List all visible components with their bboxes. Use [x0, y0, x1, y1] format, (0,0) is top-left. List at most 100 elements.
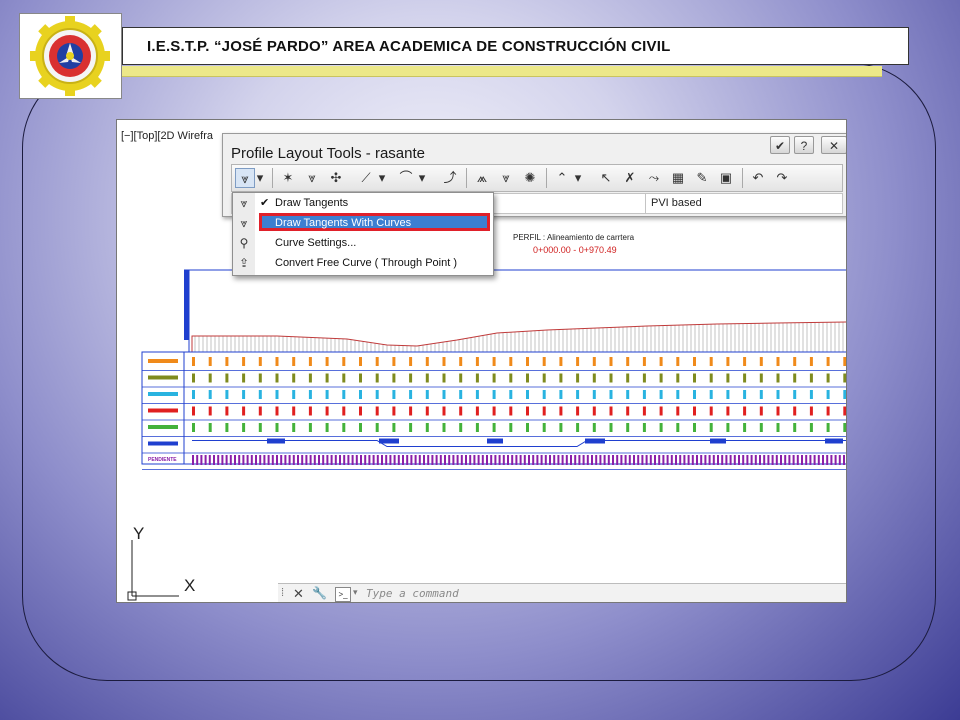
slope-band-mark [809, 455, 812, 465]
slope-band-mark [738, 455, 740, 465]
band-tick-mark [475, 357, 479, 366]
slope-band-mark [276, 455, 278, 465]
delete-entity-tool[interactable]: ✗ [620, 168, 640, 188]
slope-band-mark [788, 455, 791, 465]
band-tick-mark [843, 390, 846, 399]
slope-band-mark [679, 455, 682, 465]
move-pvi-tool[interactable]: ✣ [326, 168, 346, 188]
band-tick-mark [542, 423, 546, 432]
band-tick-mark [676, 357, 680, 366]
insert-pvi-tool[interactable]: ✶ [278, 168, 298, 188]
copy-profile-tool[interactable]: ⩔ [496, 168, 516, 188]
band-tick-mark [292, 357, 296, 366]
band-tick-mark [709, 423, 713, 432]
undo-button[interactable]: ↶ [748, 168, 768, 188]
band-tick-mark [292, 423, 296, 432]
draw-tangents-dropdown[interactable]: ▾ [254, 168, 266, 188]
window-info-button[interactable]: ✔ [770, 136, 790, 154]
slope-band-mark [712, 455, 715, 465]
edit-profile-tool[interactable]: ✺ [520, 168, 540, 188]
command-close-icon[interactable]: ✕ [293, 586, 304, 602]
band-tick-mark [258, 406, 262, 416]
band-tick-mark [776, 406, 780, 416]
slope-band-mark [309, 455, 312, 465]
band-tick-mark [826, 357, 830, 366]
raise-lower-tool[interactable]: ⩕ [472, 168, 492, 188]
band-tick-mark [743, 390, 747, 399]
grid-view-tool[interactable]: ▦ [668, 168, 688, 188]
band-tick-mark [759, 357, 763, 366]
slope-band-mark [263, 455, 266, 465]
menu-item-draw-tangents[interactable]: ⩔ ✔ Draw Tangents [233, 193, 493, 213]
chevron-down-icon[interactable]: ▾ [353, 587, 358, 598]
line-tool-icon: ⟋ [361, 170, 371, 185]
edit-profile-icon: ✺ [524, 170, 536, 185]
menu-item-draw-tangents-with-curves[interactable]: ⩔ Draw Tangents With Curves [233, 213, 493, 233]
slope-band-mark [616, 455, 619, 465]
menu-item-curve-settings[interactable]: ⚲ Curve Settings... [233, 233, 493, 253]
tangent-tools[interactable]: ⟋ [356, 168, 376, 188]
slope-band-mark [721, 455, 724, 465]
band-tick-mark [826, 406, 830, 416]
band-tick-mark [359, 423, 362, 432]
band-tick-mark [659, 357, 663, 366]
entity-tools[interactable]: ⌃ [552, 168, 572, 188]
slope-band-mark [200, 455, 203, 465]
select-pvi-tool[interactable]: ↖ [596, 168, 616, 188]
delete-pvi-tool[interactable]: ⩔ [302, 168, 322, 188]
slope-band-mark [654, 455, 656, 465]
ucs-x-label: X [184, 576, 196, 595]
band-tick-mark [208, 357, 212, 366]
slope-band-mark [385, 455, 388, 465]
command-input[interactable]: Type a command [366, 587, 459, 600]
wrench-icon[interactable]: 🔧 [312, 586, 327, 600]
viewport-controls[interactable]: [−][Top][2D Wirefra [121, 130, 213, 142]
band-tick-mark [609, 390, 613, 399]
band-tick-mark [793, 373, 797, 383]
free-curve-tool[interactable]: ⤴ [440, 168, 460, 188]
band-tick-mark [693, 390, 696, 399]
band-tick-mark [409, 373, 413, 383]
band-tick-mark [659, 423, 663, 432]
band-tick-mark [225, 423, 229, 432]
slope-band-mark [326, 455, 329, 465]
band-tick-mark [492, 373, 496, 383]
band-tick-mark [392, 390, 396, 399]
slope-band-mark [565, 455, 568, 465]
band-tick-mark [709, 373, 713, 383]
band-tick-mark [242, 390, 246, 399]
institute-logo [19, 13, 122, 99]
redo-button[interactable]: ↷ [772, 168, 792, 188]
slope-band-mark [515, 455, 518, 465]
tangent-tools-dropdown[interactable]: ▾ [376, 168, 388, 188]
curve-band-marker [710, 438, 726, 444]
window-close-button[interactable]: ✕ [821, 136, 846, 154]
prompt-icon[interactable]: >_ [335, 587, 351, 602]
entity-view-tool[interactable]: ▣ [716, 168, 736, 188]
pvi-mode-cell[interactable]: PVI based [645, 194, 841, 213]
band-tick-mark [609, 357, 613, 366]
band-tick-mark [776, 390, 780, 399]
slope-band-mark [305, 455, 308, 465]
grip-icon[interactable]: ⁞ [281, 587, 284, 599]
band-tick-mark [275, 390, 279, 399]
band-tick-mark [325, 423, 329, 432]
draw-tangents-tool[interactable]: ⩔ [235, 168, 255, 188]
slope-band-mark [578, 455, 581, 465]
slope-band-mark [796, 455, 799, 465]
entity-tools-dropdown[interactable]: ▾ [572, 168, 584, 188]
window-help-button[interactable]: ? [794, 136, 814, 154]
menu-item-convert-free-curve[interactable]: ⇪ Convert Free Curve ( Through Point ) [233, 253, 493, 273]
band-tick-mark [208, 390, 212, 399]
slope-band-mark [376, 455, 379, 465]
band-tick-mark [559, 390, 563, 399]
slope-band-mark [410, 455, 413, 465]
band-tick-mark [843, 423, 846, 432]
profile-editor-tool[interactable]: ✎ [692, 168, 712, 188]
slope-band-mark [343, 455, 346, 465]
band-tick-mark [275, 357, 279, 366]
curve-tools-dropdown[interactable]: ▾ [416, 168, 428, 188]
band-tick-mark [475, 373, 479, 383]
break-apart-tool[interactable]: ⤳ [644, 168, 664, 188]
curve-tools[interactable]: ⌒ [396, 168, 416, 188]
